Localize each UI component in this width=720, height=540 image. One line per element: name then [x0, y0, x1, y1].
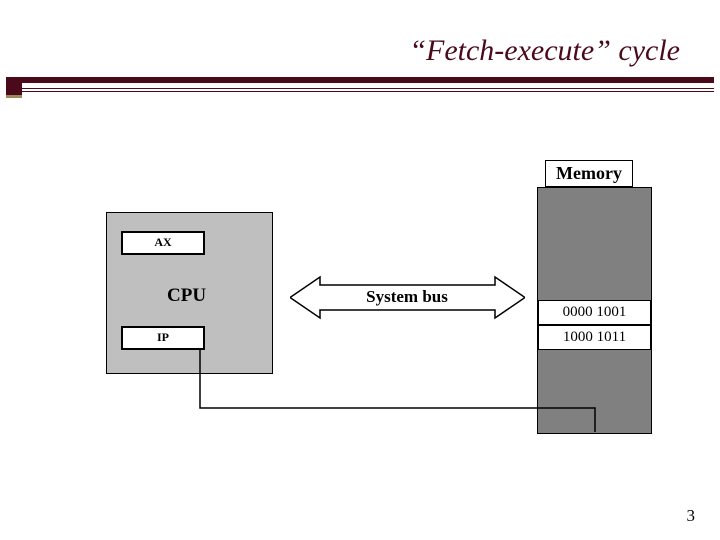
- memory-block: 0000 1001 1000 1011: [537, 187, 652, 434]
- title-divider: [6, 77, 714, 83]
- slide: “Fetch-execute” cycle Memory 0000 1001 1…: [0, 0, 720, 540]
- page-number: 3: [687, 506, 696, 526]
- memory-cell: 1000 1011: [538, 325, 651, 350]
- register-ax: AX: [121, 231, 205, 255]
- accent-block-light: [6, 95, 22, 98]
- register-ip: IP: [121, 326, 205, 350]
- memory-cell: 0000 1001: [538, 300, 651, 325]
- slide-title: “Fetch-execute” cycle: [0, 34, 680, 68]
- system-bus-label: System bus: [366, 287, 448, 306]
- cpu-label: CPU: [167, 285, 206, 307]
- system-bus-arrow: System bus: [290, 275, 525, 320]
- cpu-block: AX CPU IP: [106, 212, 273, 374]
- memory-label: Memory: [545, 160, 633, 187]
